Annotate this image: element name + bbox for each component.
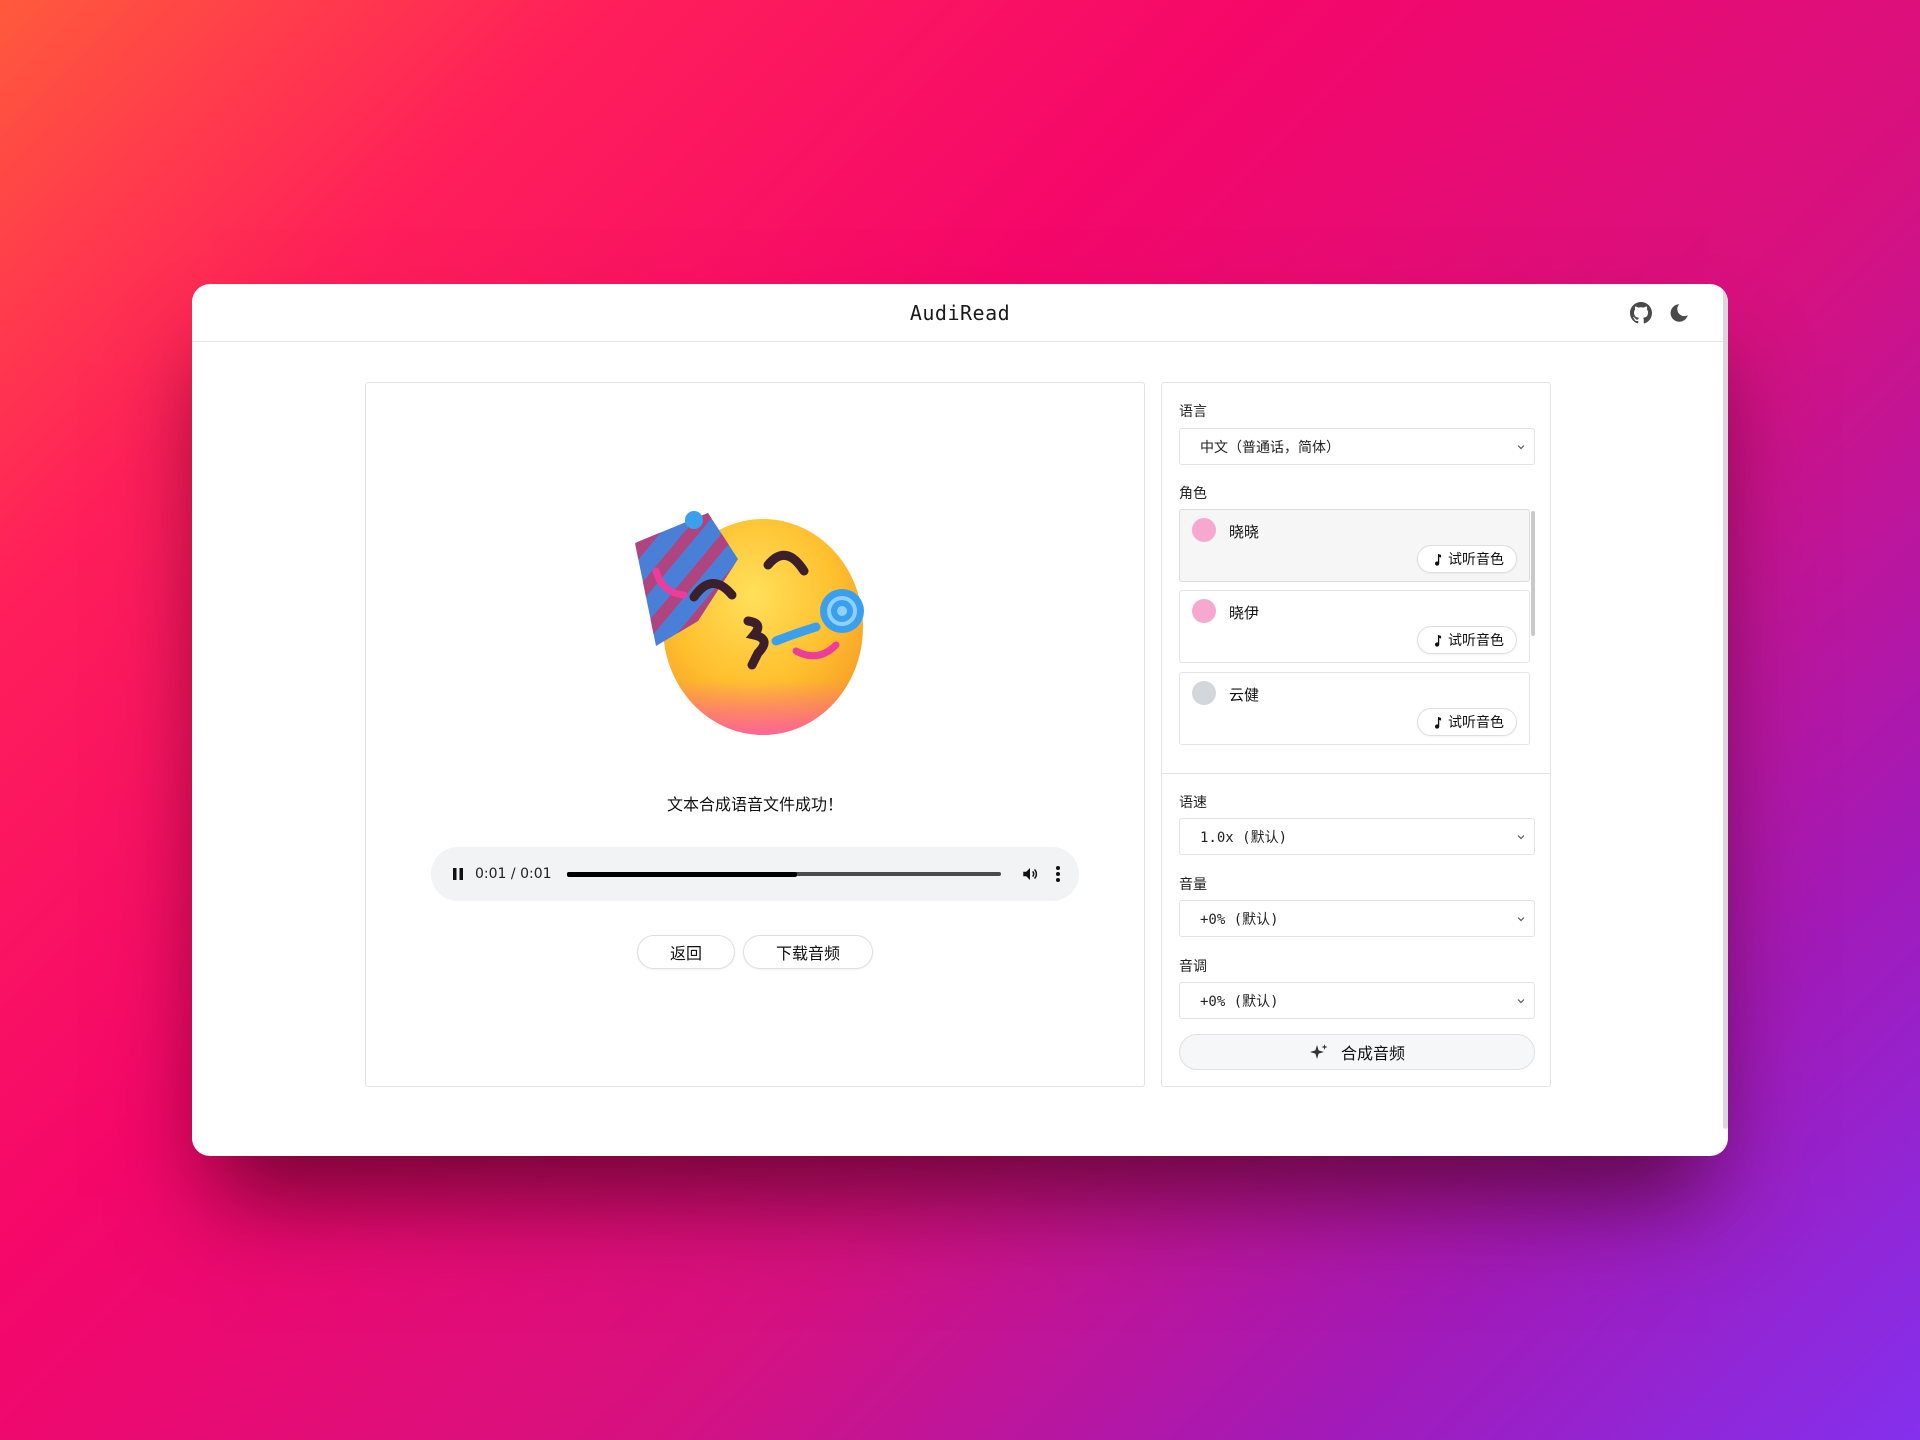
preview-voice-button[interactable]: 试听音色	[1417, 626, 1517, 654]
duration: 0:01	[520, 866, 552, 882]
app-title: AudiRead	[909, 300, 1011, 325]
rate-label: 语速	[1179, 795, 1207, 811]
result-actions: 返回 下载音频	[366, 935, 1144, 969]
success-message: 文本合成语音文件成功！	[666, 795, 843, 814]
preview-label: 试听音色	[1448, 552, 1504, 568]
avatar	[1192, 599, 1216, 623]
synthesize-button[interactable]: 合成音频	[1179, 1034, 1535, 1070]
chevron-down-icon	[1517, 999, 1525, 1004]
moon-icon[interactable]	[1668, 302, 1690, 324]
preview-label: 试听音色	[1448, 633, 1504, 649]
role-card-xiaoxiao[interactable]: 晓晓 试听音色	[1179, 509, 1530, 582]
language-value: 中文（普通话，简体）	[1200, 439, 1340, 456]
role-name: 云健	[1229, 686, 1260, 704]
time-separator: /	[506, 866, 521, 882]
rate-value: 1.0x (默认)	[1200, 829, 1288, 846]
pitch-value: +0% (默认)	[1200, 993, 1279, 1010]
music-note-icon	[1434, 634, 1442, 647]
chevron-down-icon	[1517, 445, 1525, 450]
music-note-icon	[1434, 716, 1442, 729]
seek-bar[interactable]	[567, 871, 1001, 877]
chevron-down-icon	[1517, 917, 1525, 922]
avatar	[1192, 518, 1216, 542]
github-icon[interactable]	[1630, 302, 1652, 324]
preview-voice-button[interactable]: 试听音色	[1417, 708, 1517, 736]
app-window: AudiRead 文本合成语音文件成功！ 0:01 / 0:01 返回 下载音频…	[192, 284, 1728, 1156]
preview-label: 试听音色	[1448, 715, 1504, 731]
pitch-select[interactable]: +0% (默认)	[1179, 982, 1535, 1019]
divider	[1162, 773, 1550, 774]
avatar	[1192, 681, 1216, 705]
chevron-down-icon	[1517, 835, 1525, 840]
audio-player: 0:01 / 0:01	[431, 847, 1079, 901]
synthesize-label: 合成音频	[1340, 1044, 1405, 1063]
top-bar: AudiRead	[192, 284, 1728, 342]
pitch-label: 音调	[1179, 959, 1207, 975]
pause-icon[interactable]	[451, 866, 465, 882]
result-panel: 文本合成语音文件成功！ 0:01 / 0:01 返回 下载音频	[365, 382, 1145, 1087]
preview-voice-button[interactable]: 试听音色	[1417, 545, 1517, 573]
seek-progress	[567, 871, 798, 877]
role-name: 晓伊	[1229, 604, 1260, 622]
rate-select[interactable]: 1.0x (默认)	[1179, 818, 1535, 855]
more-options-icon[interactable]	[1055, 865, 1061, 883]
window-scrollbar[interactable]	[1723, 284, 1728, 1129]
partying-face-emoji	[635, 511, 864, 735]
volume-value: +0% (默认)	[1200, 911, 1279, 928]
role-list: 晓晓 试听音色 晓伊 试听音色 云健 试听音色	[1179, 509, 1535, 747]
music-note-icon	[1434, 553, 1442, 566]
sparkles-icon	[1309, 1044, 1328, 1059]
download-audio-button[interactable]: 下载音频	[743, 935, 874, 969]
time-display: 0:01 / 0:01	[475, 866, 553, 882]
language-label: 语言	[1179, 404, 1207, 420]
role-card-yunjian[interactable]: 云健 试听音色	[1179, 672, 1530, 745]
role-label: 角色	[1179, 486, 1207, 502]
volume-label: 音量	[1179, 877, 1207, 893]
role-name: 晓晓	[1229, 523, 1260, 541]
volume-select[interactable]: +0% (默认)	[1179, 900, 1535, 937]
back-button[interactable]: 返回	[636, 935, 735, 969]
top-actions	[1630, 302, 1690, 324]
role-card-xiaoyi[interactable]: 晓伊 试听音色	[1179, 590, 1530, 663]
volume-icon[interactable]	[1021, 865, 1039, 883]
role-list-scrollbar[interactable]	[1531, 511, 1535, 636]
current-time: 0:01	[475, 866, 507, 882]
language-select[interactable]: 中文（普通话，简体）	[1179, 428, 1535, 465]
settings-panel: 语言 中文（普通话，简体） 角色 晓晓 试听音色 晓伊 试听音色 云健 试听音色…	[1161, 382, 1551, 1087]
